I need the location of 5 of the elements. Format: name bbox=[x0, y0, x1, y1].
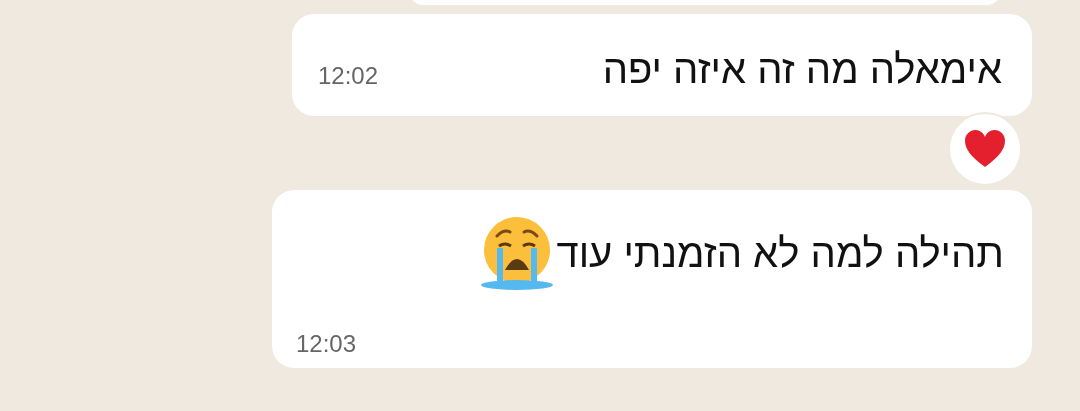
message-time: 12:03 bbox=[296, 332, 357, 356]
heart-icon bbox=[963, 129, 1007, 169]
message-time: 12:02 bbox=[318, 64, 379, 88]
message-text: אימאלה מה זה איזה יפה bbox=[602, 49, 1002, 89]
message-text: תהילה למה לא הזמנתי עוד bbox=[556, 233, 1004, 273]
